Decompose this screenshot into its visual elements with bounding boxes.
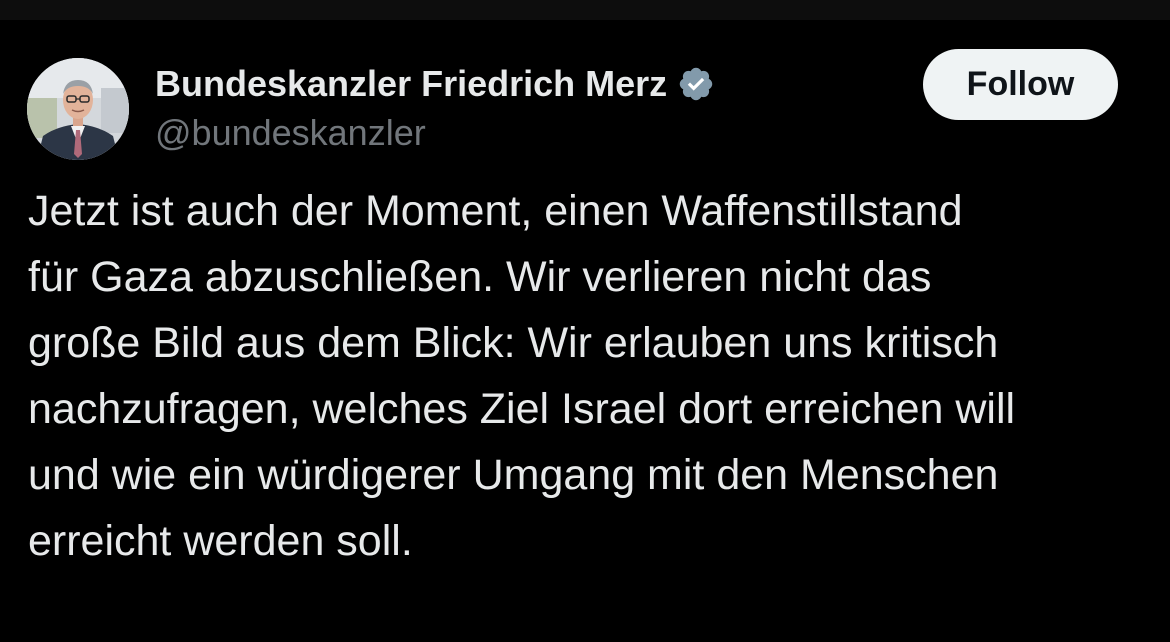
author-name-row: Bundeskanzler Friedrich Merz [155,62,715,106]
verified-badge-icon [677,65,715,103]
top-edge-strip [0,0,1170,20]
tweet-body-text: Jetzt ist auch der Moment, einen Waffens… [28,178,1148,574]
tweet-text-line: große Bild aus dem Blick: Wir erlauben u… [28,319,999,367]
tweet-text-line: nachzufragen, welches Ziel Israel dort e… [28,385,1016,433]
author-block: Bundeskanzler Friedrich Merz @bundeskanz… [155,62,715,154]
follow-button[interactable]: Follow [923,49,1118,120]
avatar[interactable] [27,58,129,160]
author-handle[interactable]: @bundeskanzler [155,112,715,154]
tweet-text-line: Jetzt ist auch der Moment, einen Waffens… [28,187,963,235]
author-display-name[interactable]: Bundeskanzler Friedrich Merz [155,63,667,105]
tweet-text-line: und wie ein würdigerer Umgang mit den Me… [28,451,999,499]
tweet-card: Bundeskanzler Friedrich Merz @bundeskanz… [0,20,1170,642]
tweet-text-line: erreicht werden soll. [28,517,413,565]
tweet-text-line: für Gaza abzuschließen. Wir verlieren ni… [28,253,932,301]
avatar-portrait-image [27,58,129,160]
